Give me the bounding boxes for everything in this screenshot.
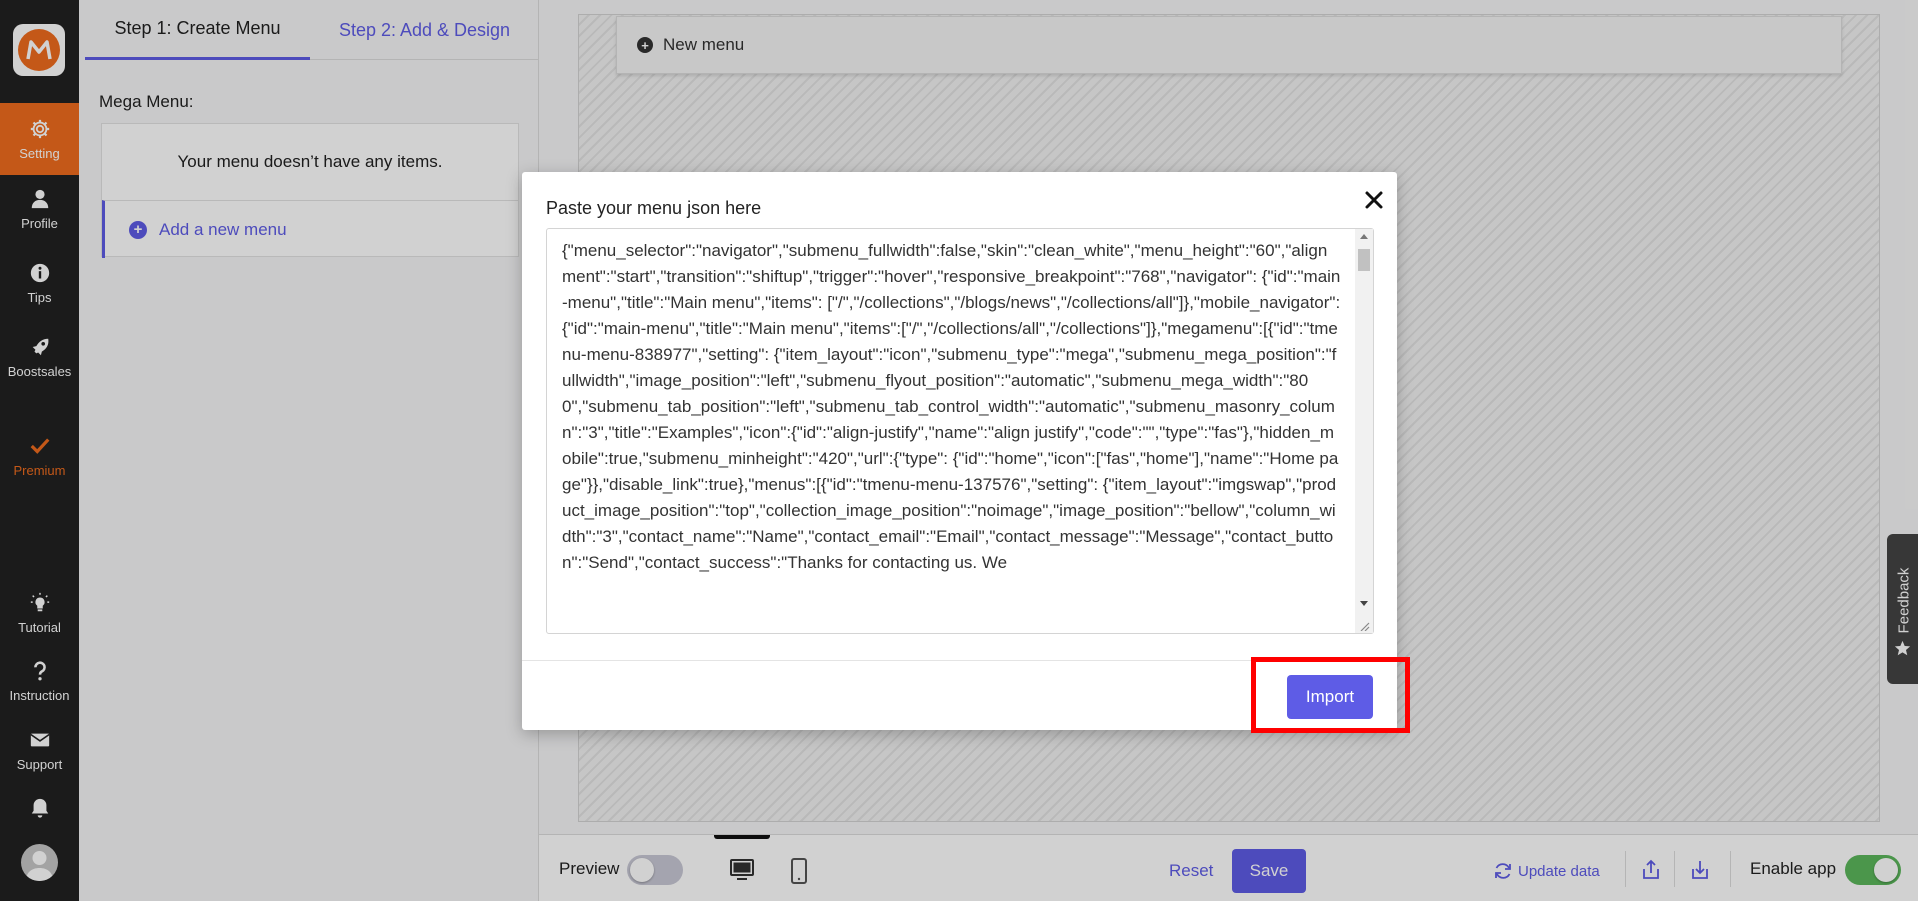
resize-handle-icon[interactable] bbox=[1357, 619, 1371, 631]
json-textarea[interactable]: {"menu_selector":"navigator","submenu_fu… bbox=[546, 228, 1374, 634]
scrollbar-thumb[interactable] bbox=[1358, 249, 1370, 271]
import-highlight-box bbox=[1251, 657, 1410, 733]
scroll-down-arrow-icon[interactable] bbox=[1360, 601, 1368, 606]
scroll-up-arrow-icon[interactable] bbox=[1360, 234, 1368, 239]
close-icon[interactable] bbox=[1362, 188, 1386, 212]
import-json-modal: Paste your menu json here {"menu_selecto… bbox=[522, 172, 1397, 730]
modal-title: Paste your menu json here bbox=[546, 198, 762, 218]
json-textarea-value[interactable]: {"menu_selector":"navigator","submenu_fu… bbox=[547, 229, 1355, 633]
textarea-scrollbar[interactable] bbox=[1355, 229, 1373, 633]
